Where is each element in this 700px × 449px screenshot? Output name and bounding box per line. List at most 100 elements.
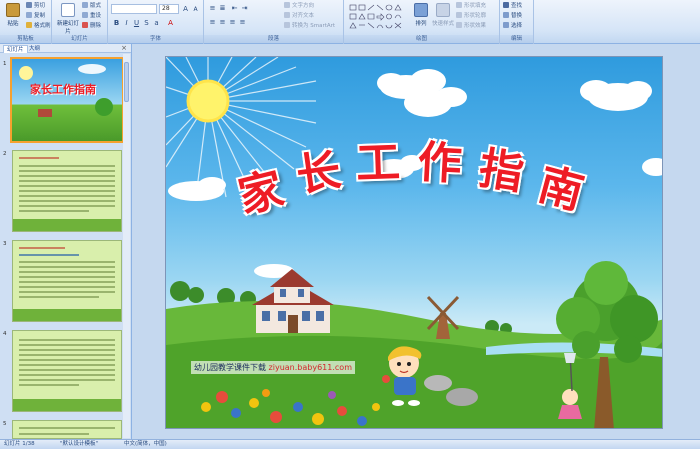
- thumb-line: [19, 165, 115, 167]
- decrease-indent-icon[interactable]: ⇤: [230, 4, 239, 13]
- slide-thumbnail-2[interactable]: [12, 150, 122, 232]
- slide[interactable]: 家 长 工 作 指 南 幼儿园教学课件下载 ziyuan.baby611.com: [165, 56, 663, 429]
- drawing-group: 排列 快速样式 形状填充 形状轮廓 形状效果 绘图: [344, 0, 500, 44]
- delete-icon: [82, 22, 88, 28]
- thumb-line: [19, 349, 115, 351]
- slides-group-label: 幻灯片: [52, 35, 107, 43]
- shape-outline-button[interactable]: 形状轮廓: [456, 12, 486, 20]
- slide-number: 3: [3, 241, 7, 247]
- download-caption: 幼儿园教学课件下载 ziyuan.baby611.com: [191, 361, 355, 374]
- thumb-line: [19, 433, 89, 435]
- scroll-thumb[interactable]: [124, 62, 129, 102]
- increase-indent-icon[interactable]: ⇥: [240, 4, 249, 13]
- tab-slides[interactable]: 幻灯片: [3, 45, 28, 53]
- bold-icon[interactable]: B: [112, 19, 121, 28]
- arrange-button[interactable]: 排列: [410, 3, 432, 33]
- thumb-line: [19, 185, 115, 187]
- new-slide-icon: [61, 3, 75, 17]
- font-size-field[interactable]: 28: [159, 4, 179, 14]
- slide-number: 2: [3, 151, 7, 157]
- font-group-label: 字体: [108, 35, 203, 43]
- select-button[interactable]: 选择: [503, 22, 522, 30]
- thumb-line: [19, 180, 115, 182]
- shadow-icon[interactable]: S: [142, 19, 151, 28]
- slide-thumbnail-4[interactable]: [12, 330, 122, 412]
- text-direction-button[interactable]: 文字方向: [284, 2, 314, 10]
- find-button[interactable]: 查找: [503, 2, 522, 10]
- smartart-button[interactable]: 转换为 SmartArt: [284, 22, 335, 30]
- shapes-gallery-icon[interactable]: [348, 3, 408, 31]
- delete-button[interactable]: 删除: [82, 22, 101, 30]
- thumb-line: [19, 291, 115, 293]
- title-char: 作: [416, 136, 464, 191]
- reset-button[interactable]: 重设: [82, 12, 101, 20]
- thumb-line: [19, 374, 115, 376]
- theme-name[interactable]: "默认设计模板": [60, 440, 98, 449]
- quick-styles-button[interactable]: 快速样式: [432, 3, 454, 33]
- new-slide-button[interactable]: 新建幻灯片: [56, 3, 80, 35]
- grow-font-icon[interactable]: A: [181, 5, 190, 14]
- close-panel-icon[interactable]: ×: [121, 44, 127, 52]
- thumb-line: [19, 210, 89, 212]
- align-left-icon[interactable]: ≡: [208, 18, 217, 27]
- thumb-line: [19, 175, 115, 177]
- thumb-line: [19, 276, 115, 278]
- layout-icon: [82, 2, 88, 8]
- font-color-icon[interactable]: A: [166, 19, 175, 28]
- title-char: 工: [355, 137, 402, 190]
- thumbnail-art: [19, 64, 113, 117]
- italic-icon[interactable]: I: [122, 19, 131, 28]
- bullets-icon[interactable]: ≡: [208, 4, 217, 13]
- shape-fill-button[interactable]: 形状填充: [456, 2, 486, 10]
- thumbnail-title: 家长工作指南: [30, 83, 96, 96]
- slide-canvas: 家 长 工 作 指 南 幼儿园教学课件下载 ziyuan.baby611.com: [133, 44, 700, 439]
- smartart-icon: [284, 22, 290, 28]
- shape-effects-button[interactable]: 形状效果: [456, 22, 486, 30]
- thumb-line: [19, 354, 115, 356]
- slide-thumbnail-5[interactable]: [12, 420, 122, 439]
- caption-url[interactable]: ziyuan.baby611.com: [269, 363, 352, 372]
- language-status[interactable]: 中文(简体，中国): [124, 440, 167, 449]
- editing-group-label: 编辑: [500, 35, 533, 43]
- thumb-grass: [13, 399, 121, 411]
- thumb-line: [19, 369, 115, 371]
- font-name-field[interactable]: [111, 4, 157, 14]
- layout-button[interactable]: 版式: [82, 2, 101, 10]
- thumb-line: [19, 247, 65, 249]
- thumb-line: [19, 200, 115, 202]
- brush-icon: [26, 22, 32, 28]
- copy-button[interactable]: 复制: [26, 12, 45, 20]
- underline-icon[interactable]: U: [132, 19, 141, 28]
- title-char: 长: [293, 145, 344, 202]
- align-text-icon: [284, 12, 290, 18]
- thumb-line: [19, 296, 99, 298]
- tab-outline[interactable]: 大纲: [26, 45, 43, 53]
- effects-icon: [456, 22, 462, 28]
- align-center-icon[interactable]: ≡: [218, 18, 227, 27]
- thumb-line: [19, 344, 115, 346]
- panel-scrollbar[interactable]: [123, 54, 130, 438]
- slide-thumbnail-3[interactable]: [12, 240, 122, 322]
- format-painter-button[interactable]: 格式刷: [26, 22, 51, 30]
- strikethrough-icon[interactable]: a: [152, 19, 161, 28]
- slide-thumbnail-1[interactable]: 家长工作指南: [10, 57, 124, 143]
- align-right-icon[interactable]: ≡: [228, 18, 237, 27]
- slide-number: 1: [3, 61, 7, 67]
- shrink-font-icon[interactable]: A: [191, 5, 200, 14]
- binoculars-icon: [503, 2, 509, 8]
- replace-button[interactable]: 替换: [503, 12, 522, 20]
- numbering-icon[interactable]: ≣: [218, 4, 227, 13]
- select-arrow-icon: [503, 22, 509, 28]
- thumb-line: [19, 339, 115, 341]
- reset-icon: [82, 12, 88, 18]
- thumb-line: [19, 271, 115, 273]
- ribbon: 粘贴 剪切 复制 格式刷 剪贴板 新建幻灯片 版式 重设 删除 幻灯片 28 A…: [0, 0, 700, 44]
- justify-icon[interactable]: ≡: [238, 18, 247, 27]
- align-text-button[interactable]: 对齐文本: [284, 12, 314, 20]
- editing-group: 查找 替换 选择 编辑: [500, 0, 534, 44]
- clipboard-group-label: 剪贴板: [0, 35, 51, 43]
- paste-button[interactable]: 粘贴: [2, 3, 24, 33]
- cut-button[interactable]: 剪切: [26, 2, 45, 10]
- house: [252, 269, 334, 333]
- thumb-line: [19, 190, 115, 192]
